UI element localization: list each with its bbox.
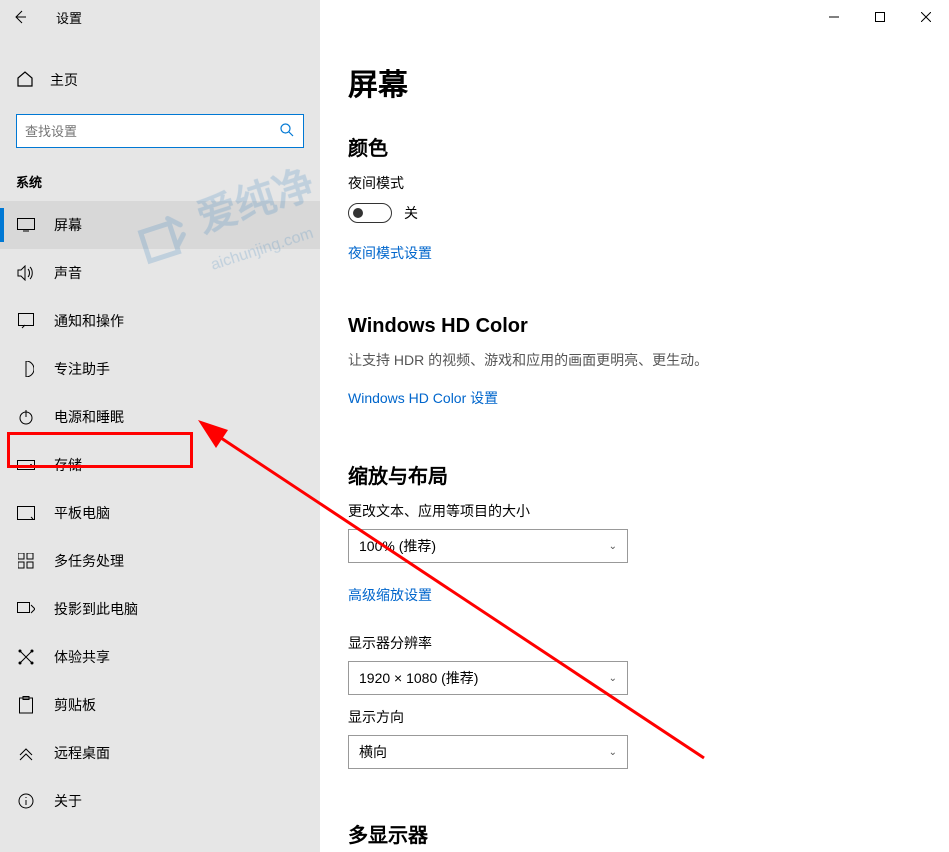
nav-label: 通知和操作 — [54, 311, 124, 331]
dropdown-value: 100% (推荐) — [359, 536, 436, 556]
nav-label: 多任务处理 — [54, 551, 124, 571]
scale-size-label: 更改文本、应用等项目的大小 — [348, 501, 921, 521]
storage-icon — [16, 460, 36, 470]
night-mode-toggle[interactable] — [348, 203, 392, 223]
sidebar-item-power[interactable]: 电源和睡眠 — [0, 393, 320, 441]
minimize-button[interactable] — [811, 0, 857, 34]
minimize-icon — [829, 12, 839, 22]
window-title: 设置 — [56, 8, 82, 27]
sidebar-item-notifications[interactable]: 通知和操作 — [0, 297, 320, 345]
nav-label: 关于 — [54, 791, 82, 811]
back-button[interactable] — [0, 0, 40, 34]
close-button[interactable] — [903, 0, 949, 34]
nav-label: 平板电脑 — [54, 503, 110, 523]
page-title: 屏幕 — [348, 60, 921, 104]
sidebar-item-clipboard[interactable]: 剪贴板 — [0, 681, 320, 729]
search-box[interactable] — [16, 114, 304, 148]
night-mode-label: 夜间模式 — [348, 173, 921, 193]
chevron-down-icon: ⌄ — [609, 673, 617, 684]
sidebar-item-about[interactable]: 关于 — [0, 777, 320, 825]
sidebar-item-display[interactable]: 屏幕 — [0, 201, 320, 249]
sidebar-item-project[interactable]: 投影到此电脑 — [0, 585, 320, 633]
home-icon — [16, 70, 34, 91]
nav-label: 屏幕 — [54, 215, 82, 235]
search-input[interactable] — [25, 124, 279, 139]
sidebar-section-label: 系统 — [0, 158, 320, 201]
scale-size-dropdown[interactable]: 100% (推荐) ⌄ — [348, 529, 628, 563]
orientation-dropdown[interactable]: 横向 ⌄ — [348, 735, 628, 769]
chevron-down-icon: ⌄ — [609, 747, 617, 758]
display-icon — [16, 218, 36, 232]
nav-label: 电源和睡眠 — [54, 407, 124, 427]
close-icon — [921, 12, 931, 22]
main-content: 屏幕 颜色 夜间模式 关 夜间模式设置 Windows HD Color 让支持… — [320, 34, 949, 852]
sidebar-item-share[interactable]: 体验共享 — [0, 633, 320, 681]
sidebar-item-storage[interactable]: 存储 — [0, 441, 320, 489]
night-mode-settings-link[interactable]: 夜间模式设置 — [348, 243, 432, 263]
dropdown-value: 横向 — [359, 742, 387, 762]
nav-label: 远程桌面 — [54, 743, 110, 763]
scale-heading: 缩放与布局 — [348, 460, 921, 489]
hd-color-desc: 让支持 HDR 的视频、游戏和应用的画面更明亮、更生动。 — [348, 350, 921, 370]
sound-icon — [16, 265, 36, 281]
chevron-down-icon: ⌄ — [609, 541, 617, 552]
resolution-label: 显示器分辨率 — [348, 633, 921, 653]
notifications-icon — [16, 313, 36, 329]
titlebar: 设置 — [0, 0, 949, 34]
project-icon — [16, 602, 36, 616]
sidebar: 主页 系统 屏幕 声音 通知和操作 专注助手 — [0, 34, 320, 852]
nav-label: 剪贴板 — [54, 695, 96, 715]
color-heading: 颜色 — [348, 132, 921, 161]
advanced-scale-link[interactable]: 高级缩放设置 — [348, 585, 432, 605]
nav-label: 体验共享 — [54, 647, 110, 667]
sidebar-item-multitask[interactable]: 多任务处理 — [0, 537, 320, 585]
sidebar-item-remote[interactable]: 远程桌面 — [0, 729, 320, 777]
multi-display-heading: 多显示器 — [348, 819, 921, 848]
toggle-state-text: 关 — [404, 203, 418, 223]
nav-label: 存储 — [54, 455, 82, 475]
multitask-icon — [16, 553, 36, 569]
orientation-label: 显示方向 — [348, 707, 921, 727]
resolution-dropdown[interactable]: 1920 × 1080 (推荐) ⌄ — [348, 661, 628, 695]
sidebar-home[interactable]: 主页 — [0, 58, 320, 102]
tablet-icon — [16, 506, 36, 520]
share-icon — [16, 649, 36, 665]
sidebar-home-label: 主页 — [50, 70, 78, 90]
nav-label: 投影到此电脑 — [54, 599, 138, 619]
remote-icon — [16, 745, 36, 761]
search-icon — [279, 122, 295, 141]
about-icon — [16, 793, 36, 809]
maximize-button[interactable] — [857, 0, 903, 34]
arrow-left-icon — [12, 9, 28, 25]
sidebar-item-focus[interactable]: 专注助手 — [0, 345, 320, 393]
nav-label: 声音 — [54, 263, 82, 283]
sidebar-item-tablet[interactable]: 平板电脑 — [0, 489, 320, 537]
focus-icon — [16, 361, 36, 377]
hd-color-heading: Windows HD Color — [348, 315, 921, 338]
clipboard-icon — [16, 696, 36, 714]
dropdown-value: 1920 × 1080 (推荐) — [359, 668, 478, 688]
hd-color-link[interactable]: Windows HD Color 设置 — [348, 388, 498, 408]
nav-label: 专注助手 — [54, 359, 110, 379]
power-icon — [16, 409, 36, 425]
maximize-icon — [875, 12, 885, 22]
sidebar-item-sound[interactable]: 声音 — [0, 249, 320, 297]
